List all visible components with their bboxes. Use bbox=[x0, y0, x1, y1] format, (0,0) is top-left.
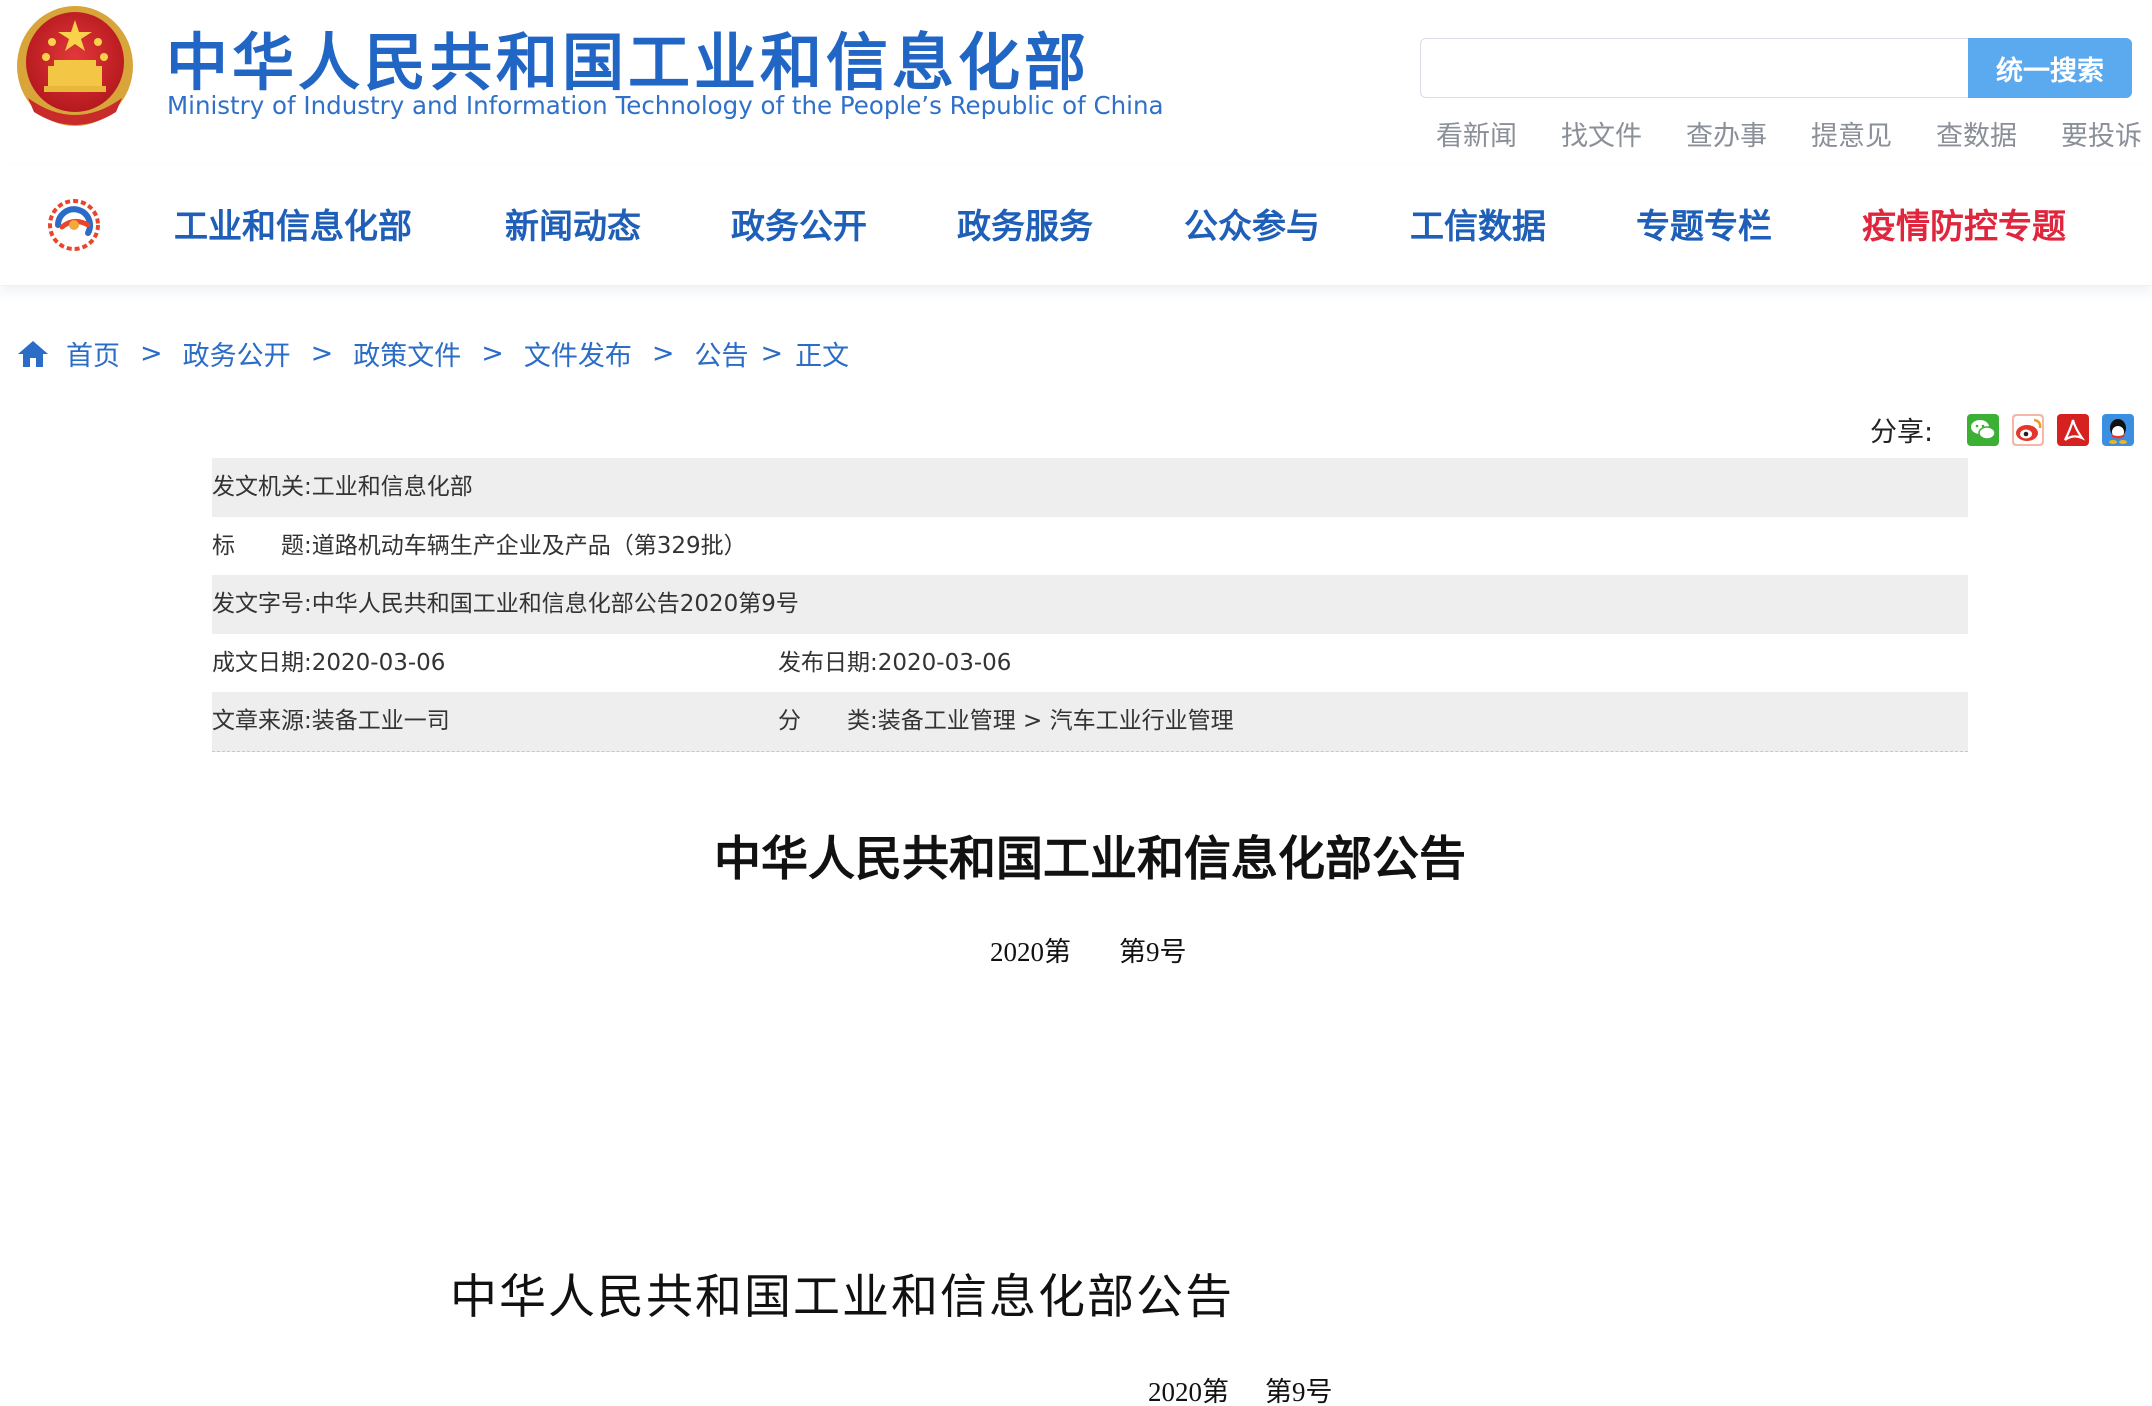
qq-icon[interactable] bbox=[2102, 413, 2135, 446]
miit-logo-icon[interactable] bbox=[44, 195, 104, 255]
site-title-en: Ministry of Industry and Information Tec… bbox=[167, 91, 1164, 120]
meta-doc-number-value: 中华人民共和国工业和信息化部公告2020第9号 bbox=[311, 591, 799, 617]
document-number-year: 2020第 bbox=[990, 937, 1071, 967]
breadcrumb-announcements[interactable]: 公告 bbox=[695, 334, 749, 373]
document-body-heading: 中华人民共和国工业和信息化部公告 bbox=[450, 1270, 1234, 1325]
page: 中华人民共和国工业和信息化部 Ministry of Industry and … bbox=[0, 0, 2152, 1406]
quick-link-suggestions[interactable]: 提意见 bbox=[1811, 114, 1936, 153]
meta-issuer-value: 工业和信息化部 bbox=[311, 474, 473, 500]
quick-link-complaints[interactable]: 要投诉 bbox=[2061, 114, 2152, 153]
document-heading: 中华人民共和国工业和信息化部公告 bbox=[714, 832, 1466, 887]
site-title-cn: 中华人民共和国工业和信息化部 bbox=[166, 26, 1091, 99]
nav-item-public-participation[interactable]: 公众参与 bbox=[1184, 199, 1320, 248]
meta-title: 标 题:道路机动车辆生产企业及产品（第329批） bbox=[212, 517, 747, 576]
nav-item-government-services[interactable]: 政务服务 bbox=[957, 199, 1093, 248]
breadcrumb-separator: > bbox=[760, 338, 784, 369]
unified-search-button[interactable]: 统一搜索 bbox=[1968, 38, 2132, 98]
share-bar: 分享: bbox=[1870, 410, 2147, 449]
wechat-icon[interactable] bbox=[1967, 413, 2000, 446]
document-number-no: 第9号 bbox=[1119, 937, 1187, 967]
share-label: 分享: bbox=[1870, 417, 1934, 448]
document-body-number-no: 第9号 bbox=[1265, 1377, 1333, 1406]
meta-category-value: 装备工业管理 > 汽车工业行业管理 bbox=[877, 708, 1234, 734]
home-icon[interactable] bbox=[16, 339, 50, 369]
meta-created-date: 成文日期:2020-03-06 bbox=[212, 634, 445, 693]
quick-link-data[interactable]: 查数据 bbox=[1936, 114, 2061, 153]
meta-row-title: 标 题:道路机动车辆生产企业及产品（第329批） bbox=[212, 517, 1968, 576]
nav-item-epidemic-prevention[interactable]: 疫情防控专题 bbox=[1862, 199, 2066, 248]
meta-published-value: 2020-03-06 bbox=[877, 649, 1012, 676]
nav-item-news[interactable]: 新闻动态 bbox=[505, 199, 641, 248]
meta-doc-number-label: 发文字号: bbox=[212, 591, 312, 617]
meta-created-value: 2020-03-06 bbox=[311, 649, 446, 676]
nav-item-special-topics[interactable]: 专题专栏 bbox=[1636, 199, 1772, 248]
meta-title-label: 标 题: bbox=[212, 532, 312, 559]
meta-created-label: 成文日期: bbox=[212, 649, 312, 676]
meta-row-issuer: 发文机关:工业和信息化部 bbox=[212, 458, 1968, 517]
meta-source-label: 文章来源: bbox=[212, 708, 312, 734]
breadcrumb-government-affairs[interactable]: 政务公开 bbox=[183, 334, 291, 373]
meta-source: 文章来源:装备工业一司 bbox=[212, 692, 450, 751]
breadcrumb-current: 正文 bbox=[795, 341, 850, 372]
quick-link-documents[interactable]: 找文件 bbox=[1561, 114, 1686, 153]
meta-category: 分 类:装备工业管理 > 汽车工业行业管理 bbox=[778, 692, 1234, 751]
nav-item-miit-data[interactable]: 工信数据 bbox=[1410, 199, 1546, 248]
breadcrumb-separator: > bbox=[310, 338, 334, 369]
quick-link-news[interactable]: 看新闻 bbox=[1436, 114, 1561, 153]
quick-link-services[interactable]: 查办事 bbox=[1686, 114, 1811, 153]
document-meta-table: 发文机关:工业和信息化部 标 题:道路机动车辆生产企业及产品（第329批） 发文… bbox=[212, 458, 1968, 752]
breadcrumb-separator: > bbox=[651, 338, 675, 369]
meta-source-value: 装备工业一司 bbox=[311, 708, 450, 734]
document-body-number: 2020第 第9号 bbox=[1148, 1370, 1333, 1406]
meta-issuer-label: 发文机关: bbox=[212, 474, 312, 500]
weibo-icon[interactable] bbox=[2012, 413, 2045, 446]
document-body-number-year: 2020第 bbox=[1148, 1377, 1229, 1406]
meta-row-source: 文章来源:装备工业一司 分 类:装备工业管理 > 汽车工业行业管理 bbox=[212, 692, 1968, 752]
meta-row-dates: 成文日期:2020-03-06 发布日期:2020-03-06 bbox=[212, 634, 1968, 693]
nav-item-government-affairs[interactable]: 政务公开 bbox=[731, 199, 867, 248]
quick-links: 看新闻 找文件 查办事 提意见 查数据 要投诉 bbox=[1436, 114, 2152, 153]
national-emblem-icon[interactable] bbox=[14, 2, 136, 128]
pdf-icon[interactable] bbox=[2057, 413, 2090, 446]
nav-item-ministry[interactable]: 工业和信息化部 bbox=[174, 199, 412, 248]
breadcrumb-home[interactable]: 首页 bbox=[66, 334, 120, 373]
breadcrumb-separator: > bbox=[140, 338, 163, 369]
meta-title-value: 道路机动车辆生产企业及产品（第329批） bbox=[311, 532, 747, 559]
meta-published-date: 发布日期:2020-03-06 bbox=[778, 634, 1011, 693]
document-number: 2020第 第9号 bbox=[990, 930, 1187, 969]
breadcrumb-document-release[interactable]: 文件发布 bbox=[524, 334, 632, 373]
meta-issuer: 发文机关:工业和信息化部 bbox=[212, 458, 473, 517]
search-input[interactable] bbox=[1420, 38, 1968, 98]
site-header: 中华人民共和国工业和信息化部 Ministry of Industry and … bbox=[0, 0, 2152, 165]
meta-row-doc-number: 发文字号:中华人民共和国工业和信息化部公告2020第9号 bbox=[212, 575, 1968, 634]
main-nav: 工业和信息化部 新闻动态 政务公开 政务服务 公众参与 工信数据 专题专栏 疫情… bbox=[0, 165, 2152, 286]
meta-category-label: 分 类: bbox=[778, 708, 878, 734]
breadcrumb-policy-documents[interactable]: 政策文件 bbox=[353, 334, 461, 373]
breadcrumb: 首页 > 政务公开 > 政策文件 > 文件发布 > 公告 > 正文 bbox=[16, 334, 849, 373]
meta-published-label: 发布日期: bbox=[778, 649, 878, 676]
breadcrumb-separator: > bbox=[481, 338, 504, 369]
meta-doc-number: 发文字号:中华人民共和国工业和信息化部公告2020第9号 bbox=[212, 575, 799, 634]
